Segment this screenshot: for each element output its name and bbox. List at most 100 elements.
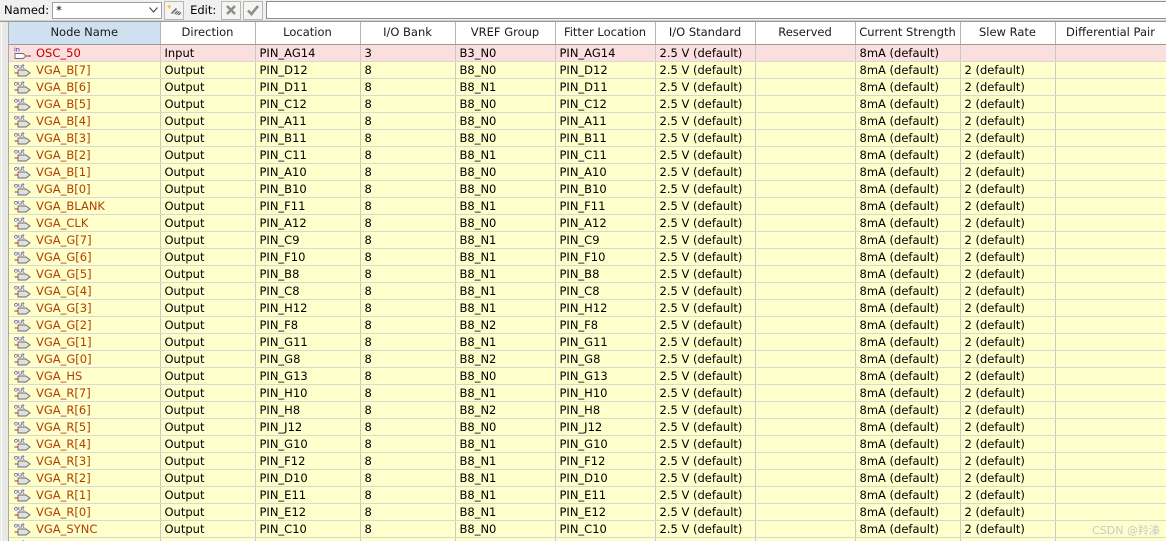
- cell-fitter-location[interactable]: PIN_C12: [555, 95, 656, 113]
- cell-current-strength[interactable]: 8mA (default): [855, 520, 961, 538]
- cell-differential-pair[interactable]: [1055, 299, 1166, 317]
- cell-fitter-location[interactable]: PIN_J12: [555, 418, 656, 436]
- cell-fitter-location[interactable]: PIN_C9: [555, 231, 656, 249]
- cell-reserved[interactable]: [755, 112, 856, 130]
- cell-io-standard[interactable]: 2.5 V (default): [655, 435, 756, 453]
- cell-current-strength[interactable]: 8mA (default): [855, 452, 961, 470]
- cell-direction[interactable]: Output: [160, 503, 256, 521]
- cell-reserved[interactable]: [755, 503, 856, 521]
- cell-differential-pair[interactable]: [1055, 214, 1166, 232]
- magic-wand-icon[interactable]: [164, 0, 185, 20]
- cell-reserved[interactable]: [755, 78, 856, 96]
- table-row[interactable]: out VGA_R[4] Output PIN_G10 8 B8_N1 PIN_G10 2.5…: [9, 435, 1166, 453]
- cell-fitter-location[interactable]: PIN_C10: [555, 520, 656, 538]
- cell-direction[interactable]: Output: [160, 333, 256, 351]
- cell-node-name[interactable]: out VGA_R[2]: [9, 469, 161, 487]
- cell-reserved[interactable]: [755, 180, 856, 198]
- table-row[interactable]: out VGA_G[0] Output PIN_G8 8 B8_N2 PIN_G8 2.5 V…: [9, 350, 1166, 368]
- cell-differential-pair[interactable]: [1055, 452, 1166, 470]
- cell-differential-pair[interactable]: [1055, 503, 1166, 521]
- table-row[interactable]: out VGA_B[6] Output PIN_D11 8 B8_N1 PIN_D11 2.5…: [9, 78, 1166, 96]
- cell-reserved[interactable]: [755, 163, 856, 181]
- table-row[interactable]: out VGA_R[7] Output PIN_H10 8 B8_N1 PIN_H10 2.5…: [9, 384, 1166, 402]
- cell-io-standard[interactable]: 2.5 V (default): [655, 129, 756, 147]
- cell-io-standard[interactable]: 2.5 V (default): [655, 112, 756, 130]
- cell-vref-group[interactable]: B8_N1: [455, 231, 556, 249]
- named-filter-combobox[interactable]: *: [52, 1, 163, 19]
- cell-io-standard[interactable]: 2.5 V (default): [655, 95, 756, 113]
- column-header-io-bank[interactable]: I/O Bank: [360, 22, 456, 45]
- cell-io-bank[interactable]: 8: [360, 452, 456, 470]
- cell-differential-pair[interactable]: [1055, 129, 1166, 147]
- cell-differential-pair[interactable]: [1055, 350, 1166, 368]
- cell-io-standard[interactable]: 2.5 V (default): [655, 163, 756, 181]
- cell-fitter-location[interactable]: PIN_C8: [555, 282, 656, 300]
- cell-vref-group[interactable]: B8_N2: [455, 350, 556, 368]
- cell-fitter-location[interactable]: PIN_F11: [555, 197, 656, 215]
- table-row[interactable]: out VGA_R[6] Output PIN_H8 8 B8_N2 PIN_H8 2.5 V…: [9, 401, 1166, 419]
- cell-direction[interactable]: Output: [160, 61, 256, 79]
- cell-node-name[interactable]: out VGA_G[6]: [9, 248, 161, 266]
- cell-location[interactable]: PIN_G11: [255, 333, 361, 351]
- cell-differential-pair[interactable]: [1055, 418, 1166, 436]
- cell-vref-group[interactable]: B8_N0: [455, 95, 556, 113]
- cell-fitter-location[interactable]: PIN_F8: [555, 316, 656, 334]
- cell-io-bank[interactable]: 8: [360, 129, 456, 147]
- cell-differential-pair[interactable]: [1055, 95, 1166, 113]
- cell-location[interactable]: PIN_H12: [255, 299, 361, 317]
- cell-differential-pair[interactable]: [1055, 231, 1166, 249]
- cell-current-strength[interactable]: 8mA (default): [855, 180, 961, 198]
- table-row[interactable]: out VGA_R[2] Output PIN_D10 8 B8_N1 PIN_D10 2.5…: [9, 469, 1166, 487]
- cell-vref-group[interactable]: B8_N0: [455, 129, 556, 147]
- cell-node-name[interactable]: out VGA_B[6]: [9, 78, 161, 96]
- cell-io-bank[interactable]: 8: [360, 367, 456, 385]
- cell-fitter-location[interactable]: PIN_B8: [555, 265, 656, 283]
- cell-slew-rate[interactable]: 2 (default): [960, 299, 1056, 317]
- cell-fitter-location[interactable]: PIN_D11: [555, 78, 656, 96]
- cell-vref-group[interactable]: B8_N1: [455, 486, 556, 504]
- cell-node-name[interactable]: out VGA_R[4]: [9, 435, 161, 453]
- cell-differential-pair[interactable]: [1055, 78, 1166, 96]
- cell-direction[interactable]: Output: [160, 129, 256, 147]
- cell-location[interactable]: PIN_F10: [255, 248, 361, 266]
- cell-reserved[interactable]: [755, 214, 856, 232]
- cell-io-standard[interactable]: 2.5 V (default): [655, 503, 756, 521]
- cell-node-name[interactable]: out VGA_G[0]: [9, 350, 161, 368]
- cell-current-strength[interactable]: 8mA (default): [855, 163, 961, 181]
- cell-fitter-location[interactable]: PIN_F10: [555, 248, 656, 266]
- cell-differential-pair[interactable]: [1055, 44, 1166, 62]
- cell-io-standard[interactable]: 2.5 V (default): [655, 282, 756, 300]
- cell-node-name[interactable]: out VGA_R[1]: [9, 486, 161, 504]
- cell-differential-pair[interactable]: [1055, 384, 1166, 402]
- cell-io-bank[interactable]: 8: [360, 418, 456, 436]
- cell-current-strength[interactable]: 8mA (default): [855, 537, 961, 541]
- cell-io-bank[interactable]: 3: [360, 44, 456, 62]
- cell-slew-rate[interactable]: 2 (default): [960, 333, 1056, 351]
- cell-io-standard[interactable]: 2.5 V (default): [655, 537, 756, 541]
- cell-node-name[interactable]: out VGA_G[1]: [9, 333, 161, 351]
- cell-io-bank[interactable]: 8: [360, 282, 456, 300]
- cell-vref-group[interactable]: B8_N1: [455, 452, 556, 470]
- cell-location[interactable]: PIN_D10: [255, 469, 361, 487]
- chevron-down-icon[interactable]: [146, 3, 161, 18]
- cell-io-standard[interactable]: 2.5 V (default): [655, 418, 756, 436]
- cell-location[interactable]: PIN_D11: [255, 78, 361, 96]
- cell-fitter-location[interactable]: PIN_G10: [555, 435, 656, 453]
- cell-io-standard[interactable]: 2.5 V (default): [655, 214, 756, 232]
- cell-direction[interactable]: Output: [160, 248, 256, 266]
- cell-node-name[interactable]: out VGA_R[0]: [9, 503, 161, 521]
- cell-slew-rate[interactable]: 2 (default): [960, 95, 1056, 113]
- cell-node-name[interactable]: out VGA_CLK: [9, 214, 161, 232]
- cell-direction[interactable]: Output: [160, 146, 256, 164]
- cell-fitter-location[interactable]: PIN_AG14: [555, 44, 656, 62]
- cell-io-bank[interactable]: 8: [360, 537, 456, 541]
- cell-direction[interactable]: Output: [160, 469, 256, 487]
- cell-current-strength[interactable]: 8mA (default): [855, 418, 961, 436]
- cell-io-bank[interactable]: 8: [360, 486, 456, 504]
- cell-location[interactable]: PIN_A10: [255, 163, 361, 181]
- cell-node-name[interactable]: out VGA_R[3]: [9, 452, 161, 470]
- cell-differential-pair[interactable]: [1055, 486, 1166, 504]
- cell-vref-group[interactable]: B8_N1: [455, 146, 556, 164]
- cell-direction[interactable]: Output: [160, 112, 256, 130]
- cell-reserved[interactable]: [755, 367, 856, 385]
